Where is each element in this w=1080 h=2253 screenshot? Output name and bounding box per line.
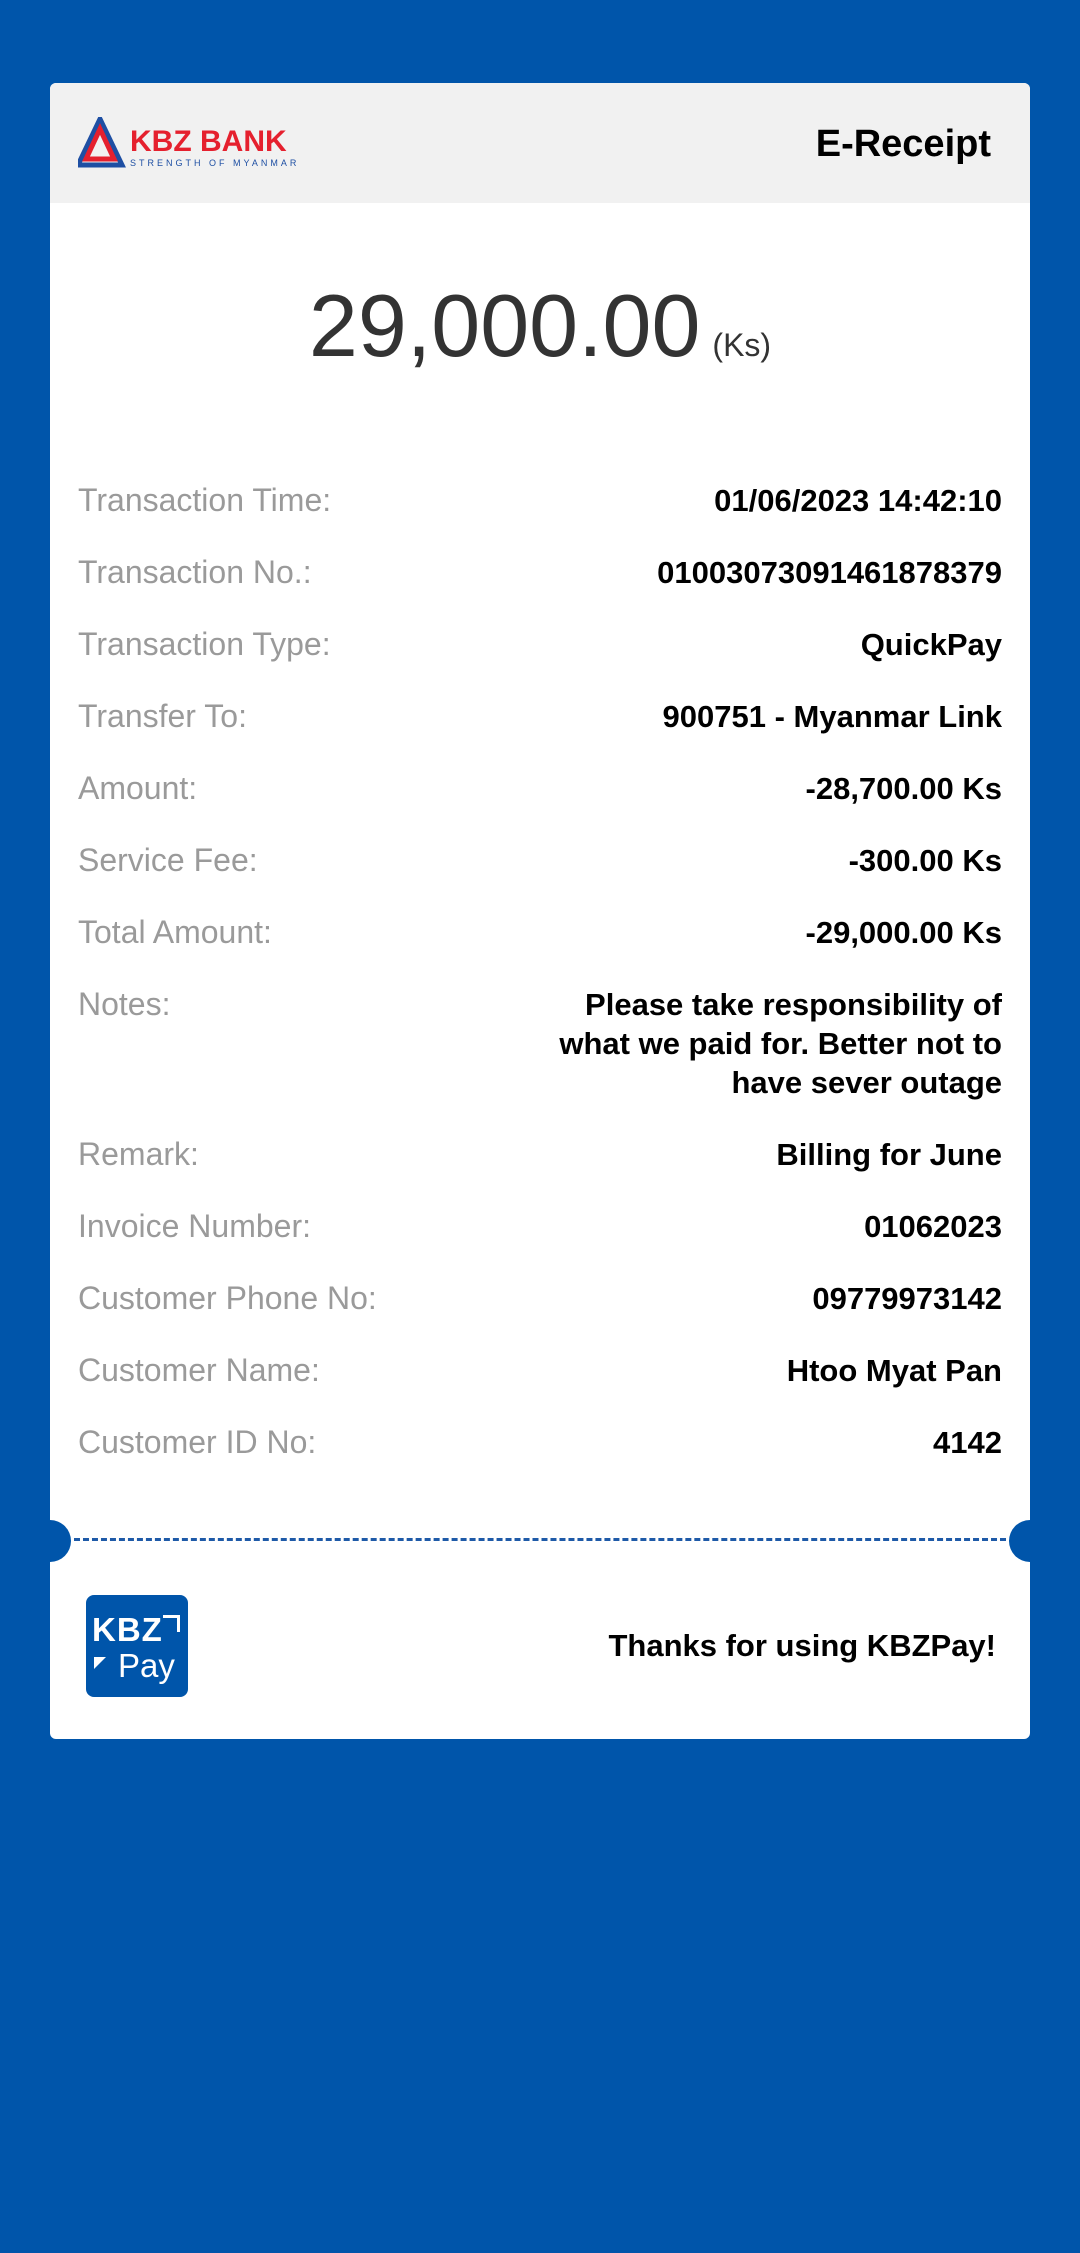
detail-label: Customer Phone No: xyxy=(78,1280,377,1316)
detail-label: Total Amount: xyxy=(78,914,272,950)
detail-value: -300.00 Ks xyxy=(848,843,1002,878)
detail-label: Customer Name: xyxy=(78,1352,320,1388)
detail-value: 01/06/2023 14:42:10 xyxy=(714,483,1002,518)
detail-label: Amount: xyxy=(78,770,198,806)
detail-label: Service Fee: xyxy=(78,842,258,878)
detail-row-remark: Remark: Billing for June xyxy=(78,1135,1002,1174)
detail-row-transaction-type: Transaction Type: QuickPay xyxy=(78,625,1002,664)
receipt-footer: KBZ Pay Thanks for using KBZPay! xyxy=(86,1594,1000,1698)
detail-value: -29,000.00 Ks xyxy=(805,915,1002,950)
detail-value: -28,700.00 Ks xyxy=(805,771,1002,806)
detail-value: 01062023 xyxy=(864,1209,1002,1244)
detail-row-customer-id: Customer ID No: 4142 xyxy=(78,1423,1002,1462)
detail-row-total-amount: Total Amount: -29,000.00 Ks xyxy=(78,913,1002,952)
detail-value: Billing for June xyxy=(776,1137,1002,1172)
detail-row-customer-phone: Customer Phone No: 09779973142 xyxy=(78,1279,1002,1318)
detail-label: Transaction No.: xyxy=(78,554,312,590)
detail-value: 4142 xyxy=(933,1425,1002,1460)
detail-row-customer-name: Customer Name: Htoo Myat Pan xyxy=(78,1351,1002,1390)
detail-row-service-fee: Service Fee: -300.00 Ks xyxy=(78,841,1002,880)
detail-label: Notes: xyxy=(78,986,171,1022)
detail-row-amount: Amount: -28,700.00 Ks xyxy=(78,769,1002,808)
brand-tagline: STRENGTH OF MYANMAR xyxy=(130,158,299,168)
amount-value: 29,000.00 xyxy=(308,276,701,375)
detail-label: Customer ID No: xyxy=(78,1424,317,1460)
detail-value: QuickPay xyxy=(860,627,1002,662)
detail-value: 01003073091461878379 xyxy=(657,555,1002,590)
detail-value: 09779973142 xyxy=(812,1281,1002,1316)
kbzpay-logo-text-bottom: Pay xyxy=(118,1647,175,1684)
detail-label: Transfer To: xyxy=(78,698,247,734)
dashed-divider xyxy=(74,1538,1006,1541)
detail-row-transaction-time: Transaction Time: 01/06/2023 14:42:10 xyxy=(78,481,1002,520)
transaction-details: Transaction Time: 01/06/2023 14:42:10 Tr… xyxy=(78,481,1002,1495)
detail-label: Invoice Number: xyxy=(78,1208,311,1244)
receipt-header: KBZ BANK STRENGTH OF MYANMAR E-Receipt xyxy=(50,83,1030,203)
kbzpay-logo-text-top: KBZ xyxy=(92,1611,163,1648)
detail-label: Remark: xyxy=(78,1136,199,1172)
total-amount-display: 29,000.00 (Ks) xyxy=(50,275,1030,377)
detail-row-transfer-to: Transfer To: 900751 - Myanmar Link xyxy=(78,697,1002,736)
brand-name: KBZ BANK xyxy=(130,125,287,158)
kbzpay-logo: KBZ Pay xyxy=(86,1595,188,1697)
tear-line xyxy=(50,1538,1030,1542)
detail-value: Please take responsibility of what we pa… xyxy=(559,987,1002,1100)
e-receipt-card: KBZ BANK STRENGTH OF MYANMAR E-Receipt 2… xyxy=(50,83,1030,1739)
detail-row-transaction-no: Transaction No.: 01003073091461878379 xyxy=(78,553,1002,592)
detail-label: Transaction Time: xyxy=(78,482,332,518)
amount-unit: (Ks) xyxy=(712,327,772,363)
detail-row-notes: Notes: Please take responsibility of wha… xyxy=(78,985,1002,1102)
detail-value: Htoo Myat Pan xyxy=(786,1353,1002,1388)
logo-corner-icon xyxy=(94,1657,106,1669)
kbz-bank-logo: KBZ BANK STRENGTH OF MYANMAR xyxy=(78,117,304,171)
receipt-title: E-Receipt xyxy=(815,123,991,165)
thanks-message: Thanks for using KBZPay! xyxy=(608,1628,996,1663)
logo-corner-icon xyxy=(163,1615,180,1632)
detail-row-invoice-number: Invoice Number: 01062023 xyxy=(78,1207,1002,1246)
detail-value: 900751 - Myanmar Link xyxy=(662,699,1002,734)
detail-label: Transaction Type: xyxy=(78,626,331,662)
